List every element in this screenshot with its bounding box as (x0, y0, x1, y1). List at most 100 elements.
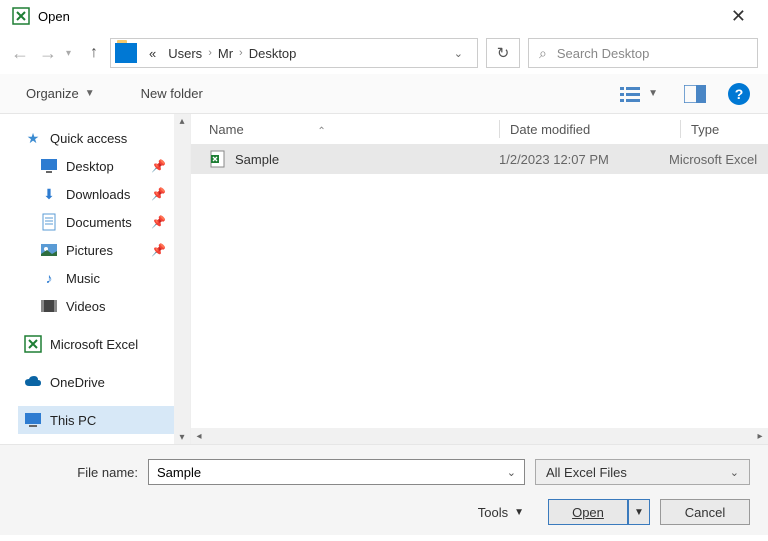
file-type-filter[interactable]: All Excel Files ⌄ (535, 459, 750, 485)
open-button[interactable]: Open (548, 499, 628, 525)
tree-label: OneDrive (50, 375, 105, 390)
filename-label: File name: (18, 465, 138, 480)
cloud-icon (24, 373, 42, 391)
close-button[interactable]: ✕ (721, 2, 756, 31)
cancel-button[interactable]: Cancel (660, 499, 750, 525)
tree-label: Downloads (66, 187, 130, 202)
filter-label: All Excel Files (546, 465, 627, 480)
tree-label: Pictures (66, 243, 113, 258)
microsoft-excel-item[interactable]: Microsoft Excel (18, 330, 184, 358)
forward-button[interactable]: → (38, 43, 58, 63)
up-button[interactable]: ↑ (90, 44, 98, 62)
column-headers: Name ⌃ Date modified Type (191, 114, 768, 144)
folder-icon (115, 43, 137, 63)
pictures-item[interactable]: Pictures 📌 (18, 236, 184, 264)
document-icon (40, 213, 58, 231)
column-type[interactable]: Type (691, 122, 768, 137)
pc-icon (24, 411, 42, 429)
quick-access-item[interactable]: ★ Quick access (18, 124, 184, 152)
breadcrumb-prefix: « (143, 46, 162, 61)
documents-item[interactable]: Documents 📌 (18, 208, 184, 236)
pin-icon: 📌 (151, 187, 166, 201)
tree-label: Desktop (66, 159, 114, 174)
scroll-down-icon[interactable]: ▾ (174, 430, 190, 444)
column-date[interactable]: Date modified (510, 122, 680, 137)
file-list-pane: Name ⌃ Date modified Type Sample 1/2/202… (190, 114, 768, 444)
tree-label: Videos (66, 299, 106, 314)
view-details-icon (620, 85, 642, 103)
command-toolbar: Organize ▼ New folder ▼ ? (0, 74, 768, 114)
search-placeholder: Search Desktop (557, 46, 650, 61)
open-split-button: Open ▼ (548, 499, 650, 525)
breadcrumb-desktop[interactable]: Desktop (243, 46, 303, 61)
new-folder-button[interactable]: New folder (133, 82, 211, 105)
scroll-up-icon[interactable]: ▴ (174, 114, 190, 128)
filename-input[interactable] (157, 465, 507, 480)
breadcrumb-users[interactable]: Users (162, 46, 208, 61)
refresh-button[interactable]: ↻ (486, 38, 520, 68)
pictures-icon (40, 241, 58, 259)
chevron-down-icon[interactable]: ⌄ (507, 466, 516, 479)
sidebar-scrollbar[interactable]: ▴ ▾ (174, 114, 190, 444)
preview-pane-button[interactable] (676, 81, 714, 107)
title-bar: Open ✕ (0, 0, 768, 32)
file-name: Sample (235, 152, 279, 167)
preview-pane-icon (684, 85, 706, 103)
address-dropdown[interactable]: ⌄ (444, 47, 473, 60)
column-name[interactable]: Name ⌃ (209, 122, 499, 137)
file-type: Microsoft Excel (669, 152, 757, 167)
column-date-label: Date modified (510, 122, 590, 137)
bottom-panel: File name: ⌄ All Excel Files ⌄ Tools ▼ O… (0, 444, 768, 535)
navigation-bar: ← → ▾ ↑ « Users › Mr › Desktop ⌄ ↻ ⌕ Sea… (0, 32, 768, 74)
column-name-label: Name (209, 122, 244, 137)
music-item[interactable]: ♪ Music (18, 264, 184, 292)
address-bar[interactable]: « Users › Mr › Desktop ⌄ (110, 38, 478, 68)
pin-icon: 📌 (151, 215, 166, 229)
downloads-item[interactable]: ⬇ Downloads 📌 (18, 180, 184, 208)
star-icon: ★ (24, 129, 42, 147)
chevron-down-icon: ⌄ (730, 466, 739, 479)
open-label: Open (572, 505, 604, 520)
download-icon: ⬇ (40, 185, 58, 203)
help-button[interactable]: ? (728, 83, 750, 105)
horizontal-scrollbar[interactable]: ◂ ▸ (191, 428, 768, 444)
monitor-icon (40, 157, 58, 175)
sort-ascending-icon: ⌃ (317, 126, 325, 137)
tree-label: Documents (66, 215, 132, 230)
scroll-left-icon[interactable]: ◂ (191, 431, 207, 442)
column-type-label: Type (691, 122, 719, 137)
window-title: Open (38, 9, 721, 24)
excel-app-icon (12, 7, 30, 25)
tree-label: Quick access (50, 131, 127, 146)
tree-label: Microsoft Excel (50, 337, 138, 352)
main-area: ★ Quick access Desktop 📌 ⬇ Downloads 📌 D… (0, 114, 768, 444)
open-dropdown-button[interactable]: ▼ (628, 499, 650, 525)
pin-icon: 📌 (151, 159, 166, 173)
search-icon: ⌕ (539, 45, 547, 62)
back-button[interactable]: ← (10, 43, 30, 63)
chevron-down-icon: ▼ (514, 507, 524, 518)
scroll-right-icon[interactable]: ▸ (752, 431, 768, 442)
navigation-tree: ★ Quick access Desktop 📌 ⬇ Downloads 📌 D… (0, 114, 190, 444)
new-folder-label: New folder (141, 86, 203, 101)
tools-dropdown[interactable]: Tools ▼ (478, 505, 524, 520)
view-options-button[interactable]: ▼ (612, 81, 666, 107)
tools-label: Tools (478, 505, 508, 520)
tree-label: Music (66, 271, 100, 286)
this-pc-item[interactable]: This PC (18, 406, 184, 434)
cancel-label: Cancel (685, 505, 725, 520)
filename-combobox[interactable]: ⌄ (148, 459, 525, 485)
onedrive-item[interactable]: OneDrive (18, 368, 184, 396)
organize-label: Organize (26, 86, 79, 101)
organize-button[interactable]: Organize ▼ (18, 82, 103, 105)
desktop-item[interactable]: Desktop 📌 (18, 152, 184, 180)
file-row[interactable]: Sample 1/2/2023 12:07 PM Microsoft Excel (191, 144, 768, 174)
chevron-down-icon: ▼ (85, 88, 95, 99)
breadcrumb-mr[interactable]: Mr (212, 46, 239, 61)
recent-locations-dropdown[interactable]: ▾ (66, 48, 78, 59)
excel-file-icon (209, 150, 227, 168)
music-icon: ♪ (40, 269, 58, 287)
videos-item[interactable]: Videos (18, 292, 184, 320)
chevron-down-icon: ▼ (648, 88, 658, 99)
search-input[interactable]: ⌕ Search Desktop (528, 38, 758, 68)
